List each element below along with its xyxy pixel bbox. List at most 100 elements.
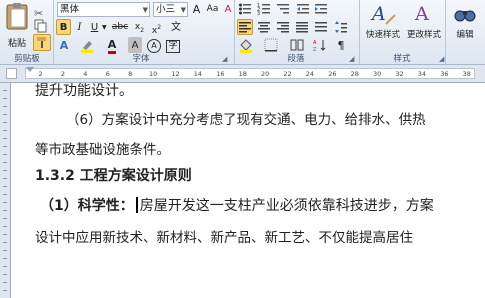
paragraph-dialog-launcher[interactable]: ◢ xyxy=(349,55,354,63)
chevron-down-icon[interactable]: ▼ xyxy=(143,4,148,17)
clear-format-button[interactable]: A xyxy=(222,1,234,17)
strikethrough-button[interactable]: abc xyxy=(110,19,130,35)
phonetic-guide-button[interactable]: 文 xyxy=(168,19,184,35)
subscript-button[interactable]: x2 xyxy=(132,19,147,35)
align-right-icon xyxy=(277,22,289,33)
document-page[interactable]: 提升功能设计。 （6）方案设计中充分考虑了现有交通、电力、给排水、供热 等市政基… xyxy=(11,83,485,298)
increase-indent-button[interactable] xyxy=(313,1,329,17)
bold-button[interactable]: B xyxy=(56,19,71,35)
ruler-number: 26 xyxy=(328,70,337,78)
font-name-value: 黑体 xyxy=(60,4,80,15)
underline-button[interactable]: U xyxy=(88,19,101,35)
decrease-indent-button[interactable] xyxy=(295,1,311,17)
highlight-button[interactable] xyxy=(78,37,96,53)
char-border-icon: A xyxy=(147,39,161,53)
borders-button[interactable] xyxy=(262,37,280,53)
svg-text:A: A xyxy=(370,3,386,25)
font-name-combo[interactable]: 黑体 ▼ xyxy=(57,2,150,17)
quick-styles-icon: A xyxy=(370,3,396,25)
ruler-number: 16 xyxy=(216,70,225,78)
group-separator xyxy=(445,0,446,64)
document-line: 设计中应用新技术、新材料、新产品、新工艺、不仅能提高居住 xyxy=(35,230,413,246)
group-label-paragraph: 段落 xyxy=(287,54,305,64)
change-styles-label: 更改样式 xyxy=(406,30,441,40)
svg-text:Z: Z xyxy=(313,47,317,52)
align-center-button[interactable] xyxy=(256,19,272,35)
italic-button[interactable]: I xyxy=(73,19,86,35)
align-right-button[interactable] xyxy=(275,19,291,35)
justify-icon xyxy=(296,22,308,33)
vertical-ruler-marks xyxy=(3,83,7,298)
superscript-button[interactable]: x2 xyxy=(149,19,164,36)
chevron-down-icon[interactable]: ▼ xyxy=(181,4,186,17)
styles-dialog-launcher[interactable]: ◢ xyxy=(439,55,444,63)
line-spacing-button[interactable] xyxy=(333,19,349,35)
decrease-indent-icon xyxy=(297,4,309,14)
show-marks-button[interactable]: ¶ xyxy=(333,37,349,53)
increase-indent-icon xyxy=(315,4,327,14)
quick-styles-button[interactable]: A 快速样式 xyxy=(362,1,404,51)
numbering-button[interactable]: 123 xyxy=(256,1,272,17)
align-left-button[interactable] xyxy=(237,19,253,35)
paste-label: 粘贴 xyxy=(7,39,26,49)
distributed-icon xyxy=(315,22,327,32)
group-label-clipboard: 剪贴板 xyxy=(14,54,40,64)
section-heading: 1.3.2 工程方案设计原则 xyxy=(35,168,192,184)
sort-icon: AZ xyxy=(313,40,326,53)
font-size-value: 小三 xyxy=(156,4,176,15)
ruler-number: 14 xyxy=(193,70,203,78)
ruler-number: 2 xyxy=(38,70,43,78)
chinese-layout-icon xyxy=(290,39,304,51)
horizontal-ruler[interactable]: 2 2 4 6 8 10 12 14 16 18 20 22 24 26 28 30 32 34 36 38 xyxy=(0,65,485,83)
char-shading-button[interactable]: A xyxy=(128,37,142,53)
align-left-icon xyxy=(239,22,251,33)
sort-button[interactable]: AZ xyxy=(312,37,328,53)
paste-button[interactable]: 粘贴 xyxy=(2,2,32,50)
distributed-button[interactable] xyxy=(313,19,329,35)
group-separator xyxy=(359,0,360,64)
ruler-number: 36 xyxy=(440,70,449,78)
ruler-number: 22 xyxy=(283,70,292,78)
font-color-button[interactable]: A xyxy=(104,37,120,54)
document-line: 提升功能设计。 xyxy=(35,83,133,99)
font-size-combo[interactable]: 小三 ▼ xyxy=(153,2,188,17)
grow-font-button[interactable]: A xyxy=(190,1,203,17)
ruler-number: 4 xyxy=(83,70,88,78)
svg-text:3: 3 xyxy=(257,11,260,16)
ruler-number: 32 xyxy=(395,70,404,78)
change-styles-button[interactable]: A 更改样式 xyxy=(405,1,443,51)
border-icon xyxy=(264,38,278,52)
brush-icon xyxy=(37,37,46,48)
shading-button[interactable] xyxy=(237,37,255,53)
justify-button[interactable] xyxy=(294,19,310,35)
ruler-corner[interactable] xyxy=(6,68,17,79)
first-line-indent-marker[interactable] xyxy=(26,67,34,72)
document-line: 等市政基础设施条件。 xyxy=(35,142,170,158)
font-dialog-launcher[interactable]: ◢ xyxy=(222,55,227,63)
cut-button[interactable]: ✂ xyxy=(34,2,50,20)
group-label-styles: 样式 xyxy=(393,54,411,64)
bullets-button[interactable] xyxy=(237,1,253,17)
group-separator xyxy=(234,0,235,64)
numbered-list-icon: 123 xyxy=(257,3,270,17)
editing-button[interactable]: 编辑 xyxy=(448,1,482,51)
copy-button[interactable] xyxy=(34,18,50,33)
format-painter-button[interactable] xyxy=(33,34,51,51)
copy-icon xyxy=(34,19,47,33)
vertical-ruler[interactable] xyxy=(0,83,11,298)
aa-case-button[interactable]: Aa xyxy=(204,1,221,17)
enclosed-char-button[interactable]: 字 xyxy=(165,37,181,53)
text-effects-button[interactable]: A xyxy=(56,37,72,53)
underline-dropdown[interactable]: ▼ xyxy=(101,19,107,35)
multilevel-list-button[interactable] xyxy=(275,1,291,17)
clipboard-icon xyxy=(6,3,28,30)
ruler-number: 20 xyxy=(261,70,270,78)
highlighter-icon xyxy=(81,41,93,53)
chinese-layout-button[interactable] xyxy=(288,37,306,53)
ruler-number: 38 xyxy=(462,70,471,78)
ruler-number: 34 xyxy=(417,70,427,78)
paint-bucket-icon xyxy=(240,39,252,53)
bold-run: （1）科学性： xyxy=(40,198,134,214)
bullet-list-icon xyxy=(239,3,251,15)
char-border-button[interactable]: A xyxy=(146,37,162,53)
